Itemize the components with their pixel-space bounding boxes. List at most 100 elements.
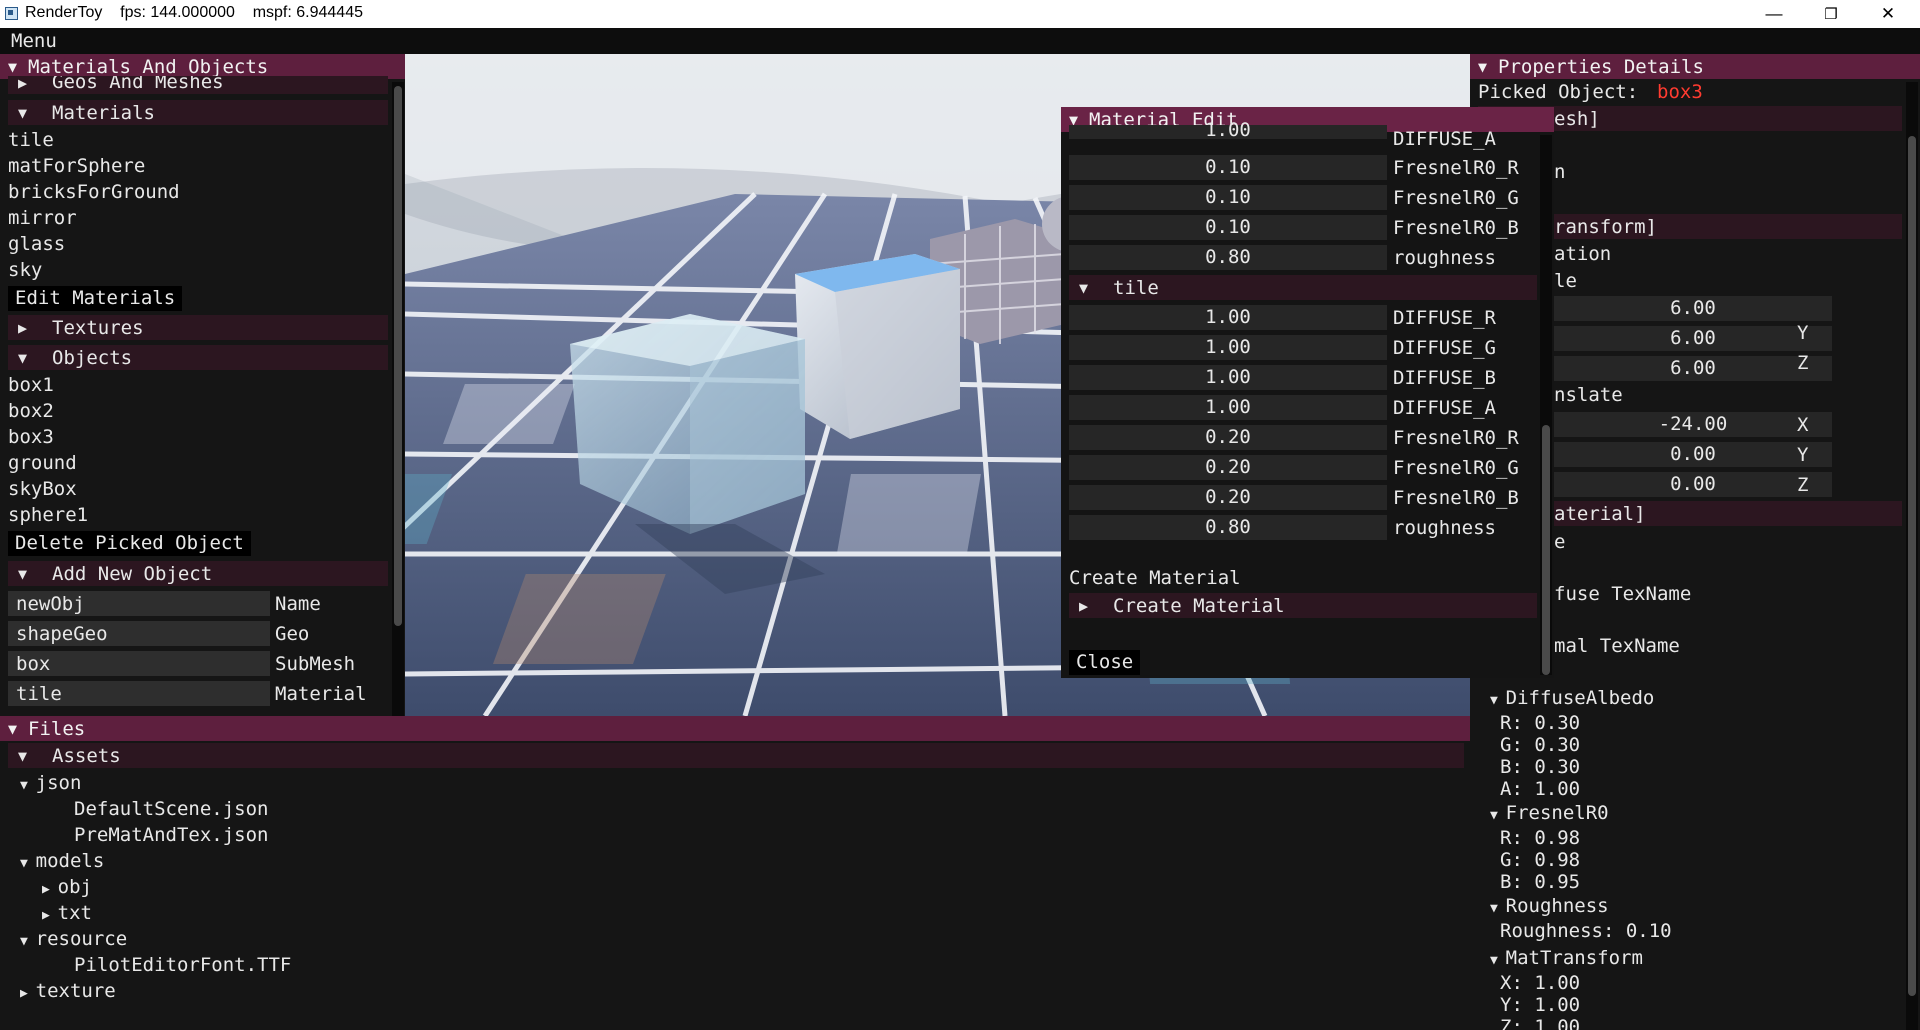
objects-header[interactable]: ▼ Objects xyxy=(8,345,388,370)
material-item-matforsphere[interactable]: matForSphere xyxy=(8,155,145,177)
scrollbar-thumb[interactable] xyxy=(1908,136,1916,996)
tile-roughness-input[interactable]: 0.80 xyxy=(1069,515,1387,540)
object-item-box1[interactable]: box1 xyxy=(8,374,54,396)
object-item-ground[interactable]: ground xyxy=(8,452,77,474)
translate-y-input[interactable]: 0.00 xyxy=(1554,442,1832,467)
fresnel-header[interactable]: ▼ FresnelR0 xyxy=(1490,802,1609,824)
scale-z-input[interactable]: 6.00 xyxy=(1554,356,1832,381)
object-item-sphere1[interactable]: sphere1 xyxy=(8,504,88,526)
tile-diffuse-a-input[interactable]: 1.00 xyxy=(1069,395,1387,420)
texture-folder[interactable]: ▶ texture xyxy=(20,980,116,1002)
material-item-bricksforground[interactable]: bricksForGround xyxy=(8,181,180,203)
header-label: tile xyxy=(1113,277,1159,299)
submesh-input[interactable]: box xyxy=(8,651,270,676)
collapse-triangle-icon[interactable]: ▼ xyxy=(1490,901,1506,916)
properties-scrollbar[interactable] xyxy=(1906,82,1918,1030)
json-folder[interactable]: ▼ json xyxy=(20,772,81,794)
prev-fresnel-r-input[interactable]: 0.10 xyxy=(1069,155,1387,180)
file-piloteditorfont-ttf[interactable]: PilotEditorFont.TTF xyxy=(74,954,291,976)
material-item-mirror[interactable]: mirror xyxy=(8,207,77,229)
panel-title-bar[interactable]: ▼ Files xyxy=(0,716,1470,741)
input-value: shapeGeo xyxy=(16,623,108,645)
material-item-tile[interactable]: tile xyxy=(8,129,54,151)
scale-x-input[interactable]: 6.00 xyxy=(1554,296,1832,321)
prev-diffuse-a-input[interactable]: 1.00 xyxy=(1069,121,1387,140)
panel-title: Properties Details xyxy=(1498,56,1704,78)
mesh-text-fragment: n xyxy=(1554,161,1566,183)
close-material-edit-button[interactable]: Close xyxy=(1069,650,1141,675)
collapse-triangle-icon[interactable]: ▼ xyxy=(8,720,17,738)
collapse-triangle-icon[interactable]: ▼ xyxy=(20,934,36,949)
models-folder[interactable]: ▼ models xyxy=(20,850,104,872)
file-prematandtex-json[interactable]: PreMatAndTex.json xyxy=(74,824,268,846)
geo-input[interactable]: shapeGeo xyxy=(8,621,270,646)
expand-triangle-icon[interactable]: ▶ xyxy=(20,986,36,1001)
material-item-glass[interactable]: glass xyxy=(8,233,65,255)
file-defaultscene-json[interactable]: DefaultScene.json xyxy=(74,798,268,820)
materials-header[interactable]: ▼ Materials xyxy=(8,100,388,125)
delete-picked-object-button[interactable]: Delete Picked Object xyxy=(8,531,251,556)
tile-diffuse-g-input[interactable]: 1.00 xyxy=(1069,335,1387,360)
object-item-box3[interactable]: box3 xyxy=(8,426,54,448)
object-item-skybox[interactable]: skyBox xyxy=(8,478,77,500)
collapse-triangle-icon[interactable]: ▼ xyxy=(18,104,27,122)
expand-triangle-icon[interactable]: ▶ xyxy=(42,908,58,923)
collapse-triangle-icon[interactable]: ▼ xyxy=(20,856,36,871)
collapse-triangle-icon[interactable]: ▼ xyxy=(18,565,27,583)
new-object-name-input[interactable]: newObj xyxy=(8,591,270,616)
prev-roughness-input[interactable]: 0.80 xyxy=(1069,245,1387,270)
tile-fresnel-b-input[interactable]: 0.20 xyxy=(1069,485,1387,510)
collapse-triangle-icon[interactable]: ▼ xyxy=(1079,279,1088,297)
expand-triangle-icon[interactable]: ▶ xyxy=(18,319,27,337)
name-label: Name xyxy=(275,593,321,615)
edit-materials-button[interactable]: Edit Materials xyxy=(8,286,183,311)
expand-triangle-icon[interactable]: ▶ xyxy=(42,882,58,897)
tile-fresnel-r-input[interactable]: 0.20 xyxy=(1069,425,1387,450)
collapse-triangle-icon[interactable]: ▼ xyxy=(20,778,36,793)
object-item-box2[interactable]: box2 xyxy=(8,400,54,422)
roughness-header[interactable]: ▼ Roughness xyxy=(1490,895,1609,917)
close-window-button[interactable]: ✕ xyxy=(1860,0,1916,28)
collapse-triangle-icon[interactable]: ▼ xyxy=(1490,953,1506,968)
translate-z-input[interactable]: 0.00 xyxy=(1554,472,1832,497)
collapse-triangle-icon[interactable]: ▼ xyxy=(18,349,27,367)
prev-fresnel-g-input[interactable]: 0.10 xyxy=(1069,185,1387,210)
assets-header[interactable]: ▼ Assets xyxy=(8,743,1464,768)
tile-fresnel-g-input[interactable]: 0.20 xyxy=(1069,455,1387,480)
collapse-triangle-icon[interactable]: ▼ xyxy=(1490,693,1506,708)
diffuse-albedo-header[interactable]: ▼ DiffuseAlbedo xyxy=(1490,687,1654,709)
mattransform-header[interactable]: ▼ MatTransform xyxy=(1490,947,1643,969)
folder-label: resource xyxy=(35,928,128,950)
scale-y-input[interactable]: 6.00 xyxy=(1554,326,1832,351)
scrollbar-thumb[interactable] xyxy=(1542,425,1550,675)
menu-item[interactable]: Menu xyxy=(11,30,57,52)
resource-folder[interactable]: ▼ resource xyxy=(20,928,127,950)
collapse-triangle-icon[interactable]: ▼ xyxy=(18,747,27,765)
obj-folder[interactable]: ▶ obj xyxy=(42,876,92,898)
txt-folder[interactable]: ▶ txt xyxy=(42,902,92,924)
textures-header[interactable]: ▶ Textures xyxy=(8,315,388,340)
material-edit-scrollbar[interactable] xyxy=(1540,135,1552,675)
translate-x-input[interactable]: -24.00 xyxy=(1554,412,1832,437)
tile-diffuse-r-input[interactable]: 1.00 xyxy=(1069,305,1387,330)
minimize-button[interactable]: — xyxy=(1746,0,1802,28)
collapse-triangle-icon[interactable]: ▼ xyxy=(1478,58,1487,76)
window-title: RenderToy fps: 144.000000 mspf: 6.944445 xyxy=(25,4,363,21)
material-item-sky[interactable]: sky xyxy=(8,259,42,281)
create-material-header[interactable]: ▶ Create Material xyxy=(1069,593,1537,618)
prev-fresnel-b-input[interactable]: 0.10 xyxy=(1069,215,1387,240)
panel-title-bar[interactable]: ▼ Properties Details xyxy=(1470,54,1920,79)
expand-triangle-icon[interactable]: ▶ xyxy=(18,76,27,92)
picked-object-value: box3 xyxy=(1657,81,1703,103)
expand-triangle-icon[interactable]: ▶ xyxy=(1079,597,1088,615)
add-new-object-header[interactable]: ▼ Add New Object xyxy=(8,561,388,586)
collapse-triangle-icon[interactable]: ▼ xyxy=(1490,808,1506,823)
restore-button[interactable]: ❐ xyxy=(1803,0,1859,28)
tile-diffuse-b-input[interactable]: 1.00 xyxy=(1069,365,1387,390)
scrollbar-thumb[interactable] xyxy=(394,86,402,626)
geos-meshes-header[interactable]: ▶ Geos And Meshes xyxy=(8,76,388,94)
tile-material-header[interactable]: ▼ tile xyxy=(1069,275,1537,300)
material-input[interactable]: tile xyxy=(8,681,270,706)
left-panel-scrollbar[interactable] xyxy=(392,82,404,716)
collapse-triangle-icon[interactable]: ▼ xyxy=(8,58,17,76)
